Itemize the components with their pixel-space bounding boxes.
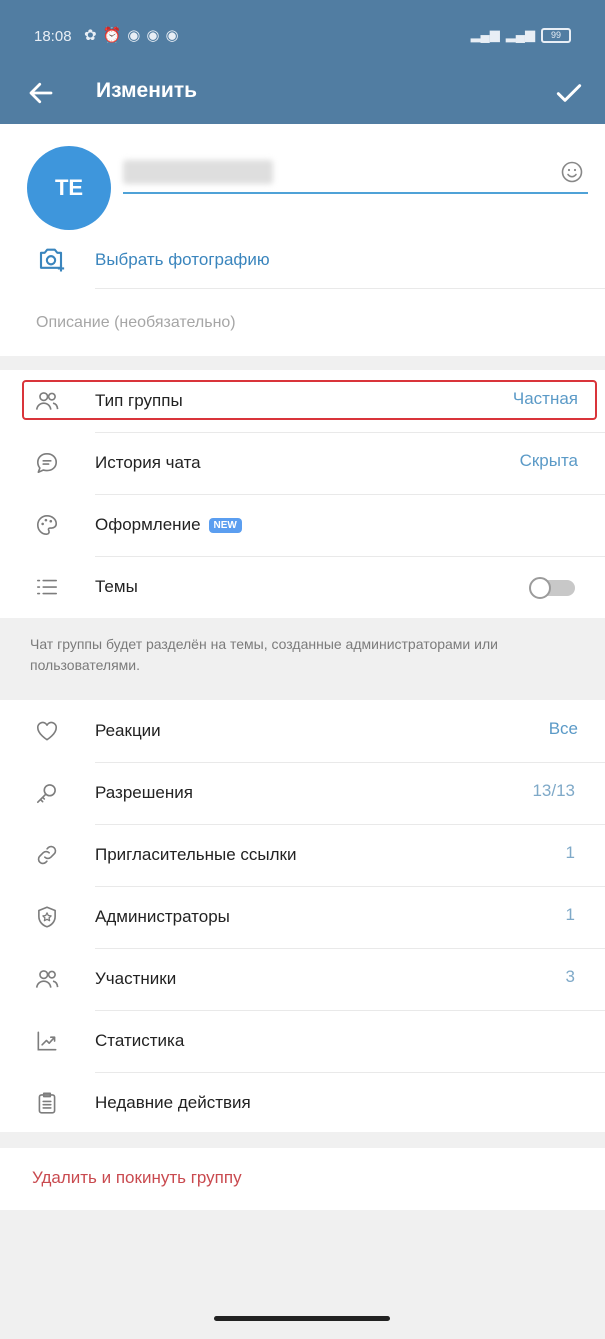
app-bar: Изменить: [0, 62, 605, 124]
users-icon: [35, 970, 59, 988]
recent-actions-label: Недавние действия: [95, 1093, 251, 1112]
appearance-row[interactable]: Оформление NEW: [0, 494, 605, 556]
group-type-label: Тип группы: [95, 391, 183, 410]
admins-row[interactable]: Администраторы 1: [0, 886, 605, 948]
new-badge: NEW: [208, 518, 242, 533]
invite-links-label: Пригласительные ссылки: [95, 845, 297, 864]
group-name-input[interactable]: [123, 152, 588, 194]
select-photo-button[interactable]: Выбрать фотографию: [0, 226, 605, 288]
chat-bubble-icon: [36, 452, 58, 474]
delete-leave-label: Удалить и покинуть группу: [32, 1168, 242, 1187]
checkmark-icon[interactable]: [553, 77, 585, 109]
status-bar: 18:08 ✿ ⏰ ◉ ◉ ◉ ▂▄▆ ▂▄▆ 99: [0, 0, 605, 62]
select-photo-label: Выбрать фотографию: [95, 250, 270, 269]
palette-icon: [36, 514, 58, 536]
recent-actions-row[interactable]: Недавние действия: [0, 1072, 605, 1134]
topics-toggle[interactable]: [529, 577, 575, 599]
description-input[interactable]: Описание (необязательно): [36, 314, 236, 332]
admins-label: Администраторы: [95, 907, 230, 926]
notification-icon: ◉: [165, 27, 179, 44]
list-icon: [36, 579, 58, 595]
heart-icon: [36, 721, 58, 741]
group-type-row[interactable]: Тип группы Частная: [0, 370, 605, 432]
group-name-redacted: [123, 160, 273, 184]
reactions-value: Все: [548, 719, 578, 738]
page-title: Изменить: [96, 79, 198, 102]
invite-links-value: 1: [565, 843, 575, 862]
reactions-row[interactable]: Реакции Все: [0, 700, 605, 762]
invite-links-row[interactable]: Пригласительные ссылки 1: [0, 824, 605, 886]
camera-add-icon: [39, 248, 65, 272]
group-settings-card: Тип группы Частная История чата Скрыта О…: [0, 370, 605, 618]
chat-history-row[interactable]: История чата Скрыта: [0, 432, 605, 494]
topics-hint: Чат группы будет разделён на темы, созда…: [30, 636, 498, 673]
battery-icon: 99: [541, 27, 571, 43]
status-system-icons: ▂▄▆ ▂▄▆ 99: [471, 27, 571, 43]
signal-icon: ▂▄▆: [505, 27, 535, 42]
signal-icon: ▂▄▆: [470, 27, 500, 42]
members-label: Участники: [95, 969, 177, 988]
key-icon: [36, 784, 56, 804]
delete-leave-button[interactable]: Удалить и покинуть группу: [0, 1148, 605, 1210]
users-icon: [35, 392, 59, 410]
statistics-row[interactable]: Статистика: [0, 1010, 605, 1072]
emoji-icon[interactable]: [560, 160, 584, 184]
avatar[interactable]: TE: [27, 146, 111, 230]
group-management-card: Реакции Все Разрешения 13/13 Пригласител…: [0, 700, 605, 1132]
settings-icon: ✿: [84, 27, 97, 44]
status-notification-icons: ✿ ⏰ ◉ ◉ ◉: [84, 26, 179, 44]
topics-row[interactable]: Темы: [0, 556, 605, 618]
chat-history-label: История чата: [95, 453, 201, 472]
appearance-text: Оформление: [95, 515, 201, 534]
chat-history-value: Скрыта: [519, 451, 578, 470]
permissions-label: Разрешения: [95, 783, 193, 802]
appearance-label: Оформление NEW: [95, 515, 242, 535]
clipboard-icon: [38, 1092, 56, 1114]
divider: [95, 288, 605, 289]
group-type-value: Частная: [512, 389, 578, 408]
notification-icon: ◉: [127, 27, 141, 44]
members-row[interactable]: Участники 3: [0, 948, 605, 1010]
back-arrow-icon[interactable]: [26, 78, 56, 108]
chart-icon: [37, 1031, 57, 1051]
status-time: 18:08: [34, 28, 72, 45]
link-icon: [37, 845, 57, 865]
notification-icon: ◉: [146, 27, 160, 44]
topics-label: Темы: [95, 577, 138, 596]
home-indicator[interactable]: [214, 1316, 390, 1321]
avatar-initials: TE: [54, 175, 84, 200]
statistics-label: Статистика: [95, 1031, 185, 1050]
permissions-value: 13/13: [532, 781, 575, 800]
alarm-icon: ⏰: [102, 27, 122, 44]
permissions-row[interactable]: Разрешения 13/13: [0, 762, 605, 824]
admins-value: 1: [565, 905, 575, 924]
members-value: 3: [565, 967, 575, 986]
reactions-label: Реакции: [95, 721, 161, 740]
shield-star-icon: [38, 906, 56, 928]
